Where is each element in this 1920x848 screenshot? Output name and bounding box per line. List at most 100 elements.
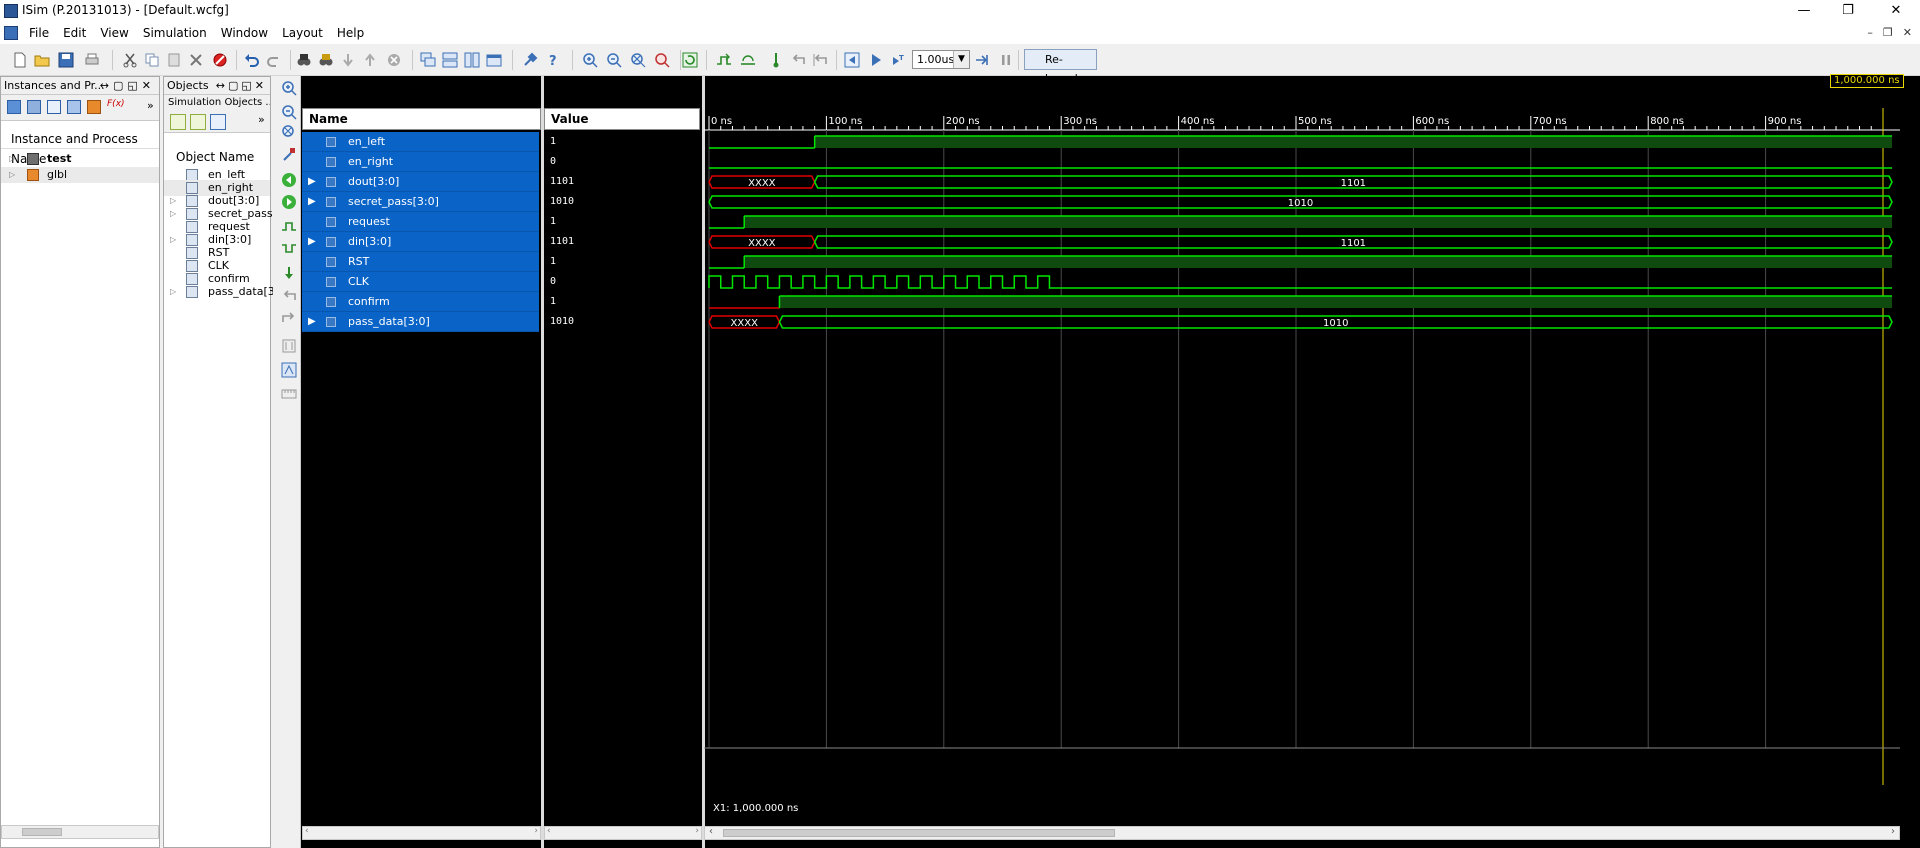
- zoom-fit-icon[interactable]: [630, 52, 646, 68]
- signal-row[interactable]: confirm: [302, 292, 539, 312]
- step-over-icon[interactable]: [740, 52, 756, 68]
- go-to-time-zero-icon[interactable]: [281, 172, 297, 188]
- go-to-end-icon[interactable]: [281, 194, 297, 210]
- expand-bus-icon[interactable]: ▶: [308, 232, 316, 252]
- document-filter-icon[interactable]: [47, 100, 61, 114]
- tree-item-test[interactable]: ▷ test: [1, 151, 159, 167]
- save-icon[interactable]: [58, 52, 74, 68]
- paste-icon[interactable]: [166, 52, 182, 68]
- run-for-time-icon[interactable]: T: [890, 52, 906, 68]
- arrow-up-icon[interactable]: [362, 52, 378, 68]
- expand-bus-icon[interactable]: ▶: [308, 192, 316, 212]
- signal-row[interactable]: en_right: [302, 152, 539, 172]
- clear-icon[interactable]: [386, 52, 402, 68]
- restart-icon[interactable]: [844, 52, 860, 68]
- cut-icon[interactable]: [122, 52, 138, 68]
- copy-icon[interactable]: [144, 52, 160, 68]
- relaunch-button[interactable]: Re-launch: [1024, 49, 1097, 85]
- function-filter-icon[interactable]: F(x): [107, 99, 125, 109]
- next-marker-icon[interactable]: [281, 310, 297, 326]
- window-icon[interactable]: [486, 52, 502, 68]
- open-folder-icon[interactable]: [34, 52, 50, 68]
- arrow-down-icon[interactable]: [340, 52, 356, 68]
- expand-icon[interactable]: ▷: [9, 151, 15, 167]
- tree-item-glbl[interactable]: ▷ glbl: [1, 167, 159, 183]
- swap-cursors-icon[interactable]: [281, 338, 297, 354]
- step-time-icon[interactable]: [974, 52, 990, 68]
- pause-icon[interactable]: [998, 52, 1014, 68]
- menu-view[interactable]: View: [93, 22, 135, 44]
- expand-icon[interactable]: ▷: [9, 167, 15, 183]
- menu-window[interactable]: Window: [214, 22, 275, 44]
- chevron-down-icon[interactable]: ▼: [953, 51, 969, 68]
- zoom-cursor-icon[interactable]: [281, 146, 297, 162]
- library-filter-icon[interactable]: [87, 100, 101, 114]
- undo-icon[interactable]: [244, 52, 260, 68]
- signal-row[interactable]: ▶ dout[3:0]: [302, 172, 539, 192]
- expand-icon[interactable]: ▷: [170, 284, 176, 300]
- back-icon[interactable]: [790, 52, 806, 68]
- previous-transition-icon[interactable]: [281, 218, 297, 234]
- tile-horizontal-icon[interactable]: [442, 52, 458, 68]
- input-filter-icon[interactable]: [170, 114, 186, 130]
- output-filter-icon[interactable]: [190, 114, 206, 130]
- run-all-icon[interactable]: [868, 52, 884, 68]
- waveform-canvas[interactable]: 0 ns 100 ns 200 ns 300 ns 400 ns 500 ns 600 ns…: [704, 108, 1900, 785]
- expand-bus-icon[interactable]: ▶: [308, 312, 316, 332]
- more-chevron-icon[interactable]: »: [258, 113, 265, 126]
- object-item[interactable]: ▷ pass_data[3: [164, 284, 275, 300]
- signal-row[interactable]: CLK: [302, 272, 539, 292]
- step-back-icon[interactable]: [812, 52, 828, 68]
- previous-marker-icon[interactable]: [281, 288, 297, 304]
- objects-column-header[interactable]: Object Name: [164, 147, 270, 167]
- signal-row[interactable]: ▶ secret_pass[3:0]: [302, 192, 539, 212]
- zoom-to-cursor-icon[interactable]: [654, 52, 670, 68]
- value-column-header[interactable]: Value: [544, 108, 700, 130]
- redo-icon[interactable]: [266, 52, 282, 68]
- delete-icon[interactable]: [188, 52, 204, 68]
- stop-icon[interactable]: [212, 52, 228, 68]
- step-icon[interactable]: [716, 52, 732, 68]
- zoom-in-icon[interactable]: [281, 80, 297, 96]
- signal-row[interactable]: RST: [302, 252, 539, 272]
- zoom-out-icon[interactable]: [606, 52, 622, 68]
- find-icon[interactable]: [296, 52, 312, 68]
- signal-row[interactable]: ▶ din[3:0]: [302, 232, 539, 252]
- name-hscrollbar[interactable]: ‹ ›: [302, 826, 541, 840]
- value-hscrollbar[interactable]: ‹ ›: [544, 826, 702, 840]
- refresh-icon[interactable]: [682, 52, 698, 68]
- more-chevron-icon[interactable]: »: [147, 99, 154, 112]
- instances-column-header[interactable]: Instance and Process Name: [1, 129, 159, 166]
- instance-filter-icon[interactable]: [7, 100, 21, 114]
- signal-row[interactable]: ▶ pass_data[3:0]: [302, 312, 539, 332]
- cascade-windows-icon[interactable]: [420, 52, 436, 68]
- menu-layout[interactable]: Layout: [275, 22, 330, 44]
- zoom-fit-icon[interactable]: [281, 124, 297, 140]
- doc-minimize-button[interactable]: –: [1867, 22, 1873, 44]
- zoom-out-icon[interactable]: [281, 104, 297, 120]
- breakpoint-icon[interactable]: [768, 52, 784, 68]
- floating-ruler-icon[interactable]: [281, 386, 297, 402]
- help-icon[interactable]: ?: [546, 52, 562, 68]
- panel-controls-icon[interactable]: ↔▢◱✕: [216, 77, 267, 94]
- new-file-icon[interactable]: [12, 52, 28, 68]
- snap-to-transition-icon[interactable]: [281, 362, 297, 378]
- add-marker-icon[interactable]: [281, 266, 297, 282]
- properties-icon[interactable]: [522, 52, 538, 68]
- expand-bus-icon[interactable]: ▶: [308, 172, 316, 192]
- doc-restore-button[interactable]: ❐: [1883, 22, 1893, 44]
- menu-edit[interactable]: Edit: [56, 22, 93, 44]
- wave-hscrollbar[interactable]: ‹ ›: [704, 826, 1900, 840]
- panel-controls-icon[interactable]: ↔▢◱✕: [100, 77, 155, 94]
- find-next-icon[interactable]: [318, 52, 334, 68]
- menu-file[interactable]: File: [22, 22, 56, 44]
- minimize-button[interactable]: —: [1782, 0, 1826, 22]
- doc-close-button[interactable]: ✕: [1903, 22, 1912, 44]
- zoom-in-icon[interactable]: [582, 52, 598, 68]
- name-column-header[interactable]: Name: [302, 108, 541, 130]
- close-button[interactable]: ✕: [1874, 0, 1918, 22]
- signal-row[interactable]: en_left: [302, 132, 539, 152]
- refresh-filter-icon[interactable]: [67, 100, 81, 114]
- print-icon[interactable]: [84, 52, 100, 68]
- instances-hscrollbar[interactable]: [1, 825, 159, 839]
